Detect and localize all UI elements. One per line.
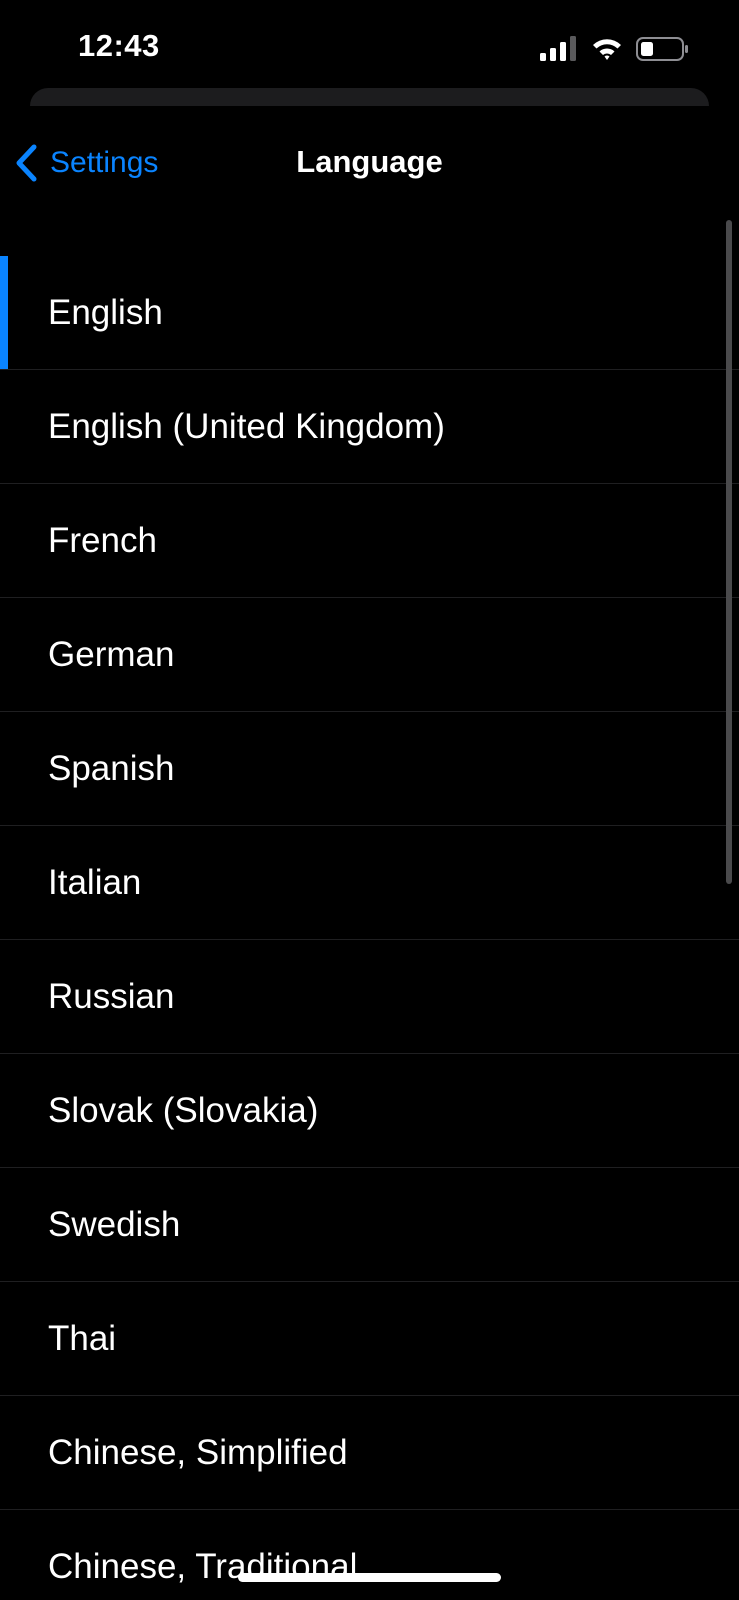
status-bar: 12:43 bbox=[0, 0, 739, 90]
language-item-german[interactable]: German bbox=[0, 598, 739, 712]
language-item-english[interactable]: English bbox=[0, 256, 739, 370]
navigation-bar: Settings Language bbox=[0, 106, 739, 216]
language-label: Italian bbox=[48, 863, 142, 902]
language-label: French bbox=[48, 521, 157, 560]
language-label: Thai bbox=[48, 1319, 117, 1358]
language-label: Chinese, Simplified bbox=[48, 1433, 348, 1472]
wifi-icon bbox=[593, 39, 621, 60]
language-item-chinese-traditional[interactable]: Chinese, Traditional bbox=[0, 1510, 739, 1600]
language-label: Swedish bbox=[48, 1205, 181, 1244]
language-item-english-uk[interactable]: English (United Kingdom) bbox=[0, 370, 739, 484]
language-label: English (United Kingdom) bbox=[48, 407, 445, 446]
language-label: Russian bbox=[48, 977, 175, 1016]
language-list: English English (United Kingdom) French … bbox=[0, 256, 739, 1600]
language-label: English bbox=[48, 293, 163, 332]
language-item-swedish[interactable]: Swedish bbox=[0, 1168, 739, 1282]
language-label: Spanish bbox=[48, 749, 175, 788]
selected-indicator bbox=[0, 256, 8, 370]
language-label: German bbox=[48, 635, 175, 674]
language-item-russian[interactable]: Russian bbox=[0, 940, 739, 1054]
cellular-signal-icon bbox=[540, 36, 576, 61]
screen: 12:43 Settings Language English English … bbox=[0, 0, 739, 1600]
language-item-thai[interactable]: Thai bbox=[0, 1282, 739, 1396]
battery-icon bbox=[636, 37, 688, 61]
language-item-chinese-simplified[interactable]: Chinese, Simplified bbox=[0, 1396, 739, 1510]
language-item-italian[interactable]: Italian bbox=[0, 826, 739, 940]
home-indicator[interactable] bbox=[238, 1573, 501, 1582]
status-time: 12:43 bbox=[78, 28, 160, 63]
page-title: Language bbox=[296, 144, 443, 179]
language-item-slovak[interactable]: Slovak (Slovakia) bbox=[0, 1054, 739, 1168]
scrollbar[interactable] bbox=[726, 220, 732, 884]
language-label: Slovak (Slovakia) bbox=[48, 1091, 319, 1130]
language-item-french[interactable]: French bbox=[0, 484, 739, 598]
language-item-spanish[interactable]: Spanish bbox=[0, 712, 739, 826]
